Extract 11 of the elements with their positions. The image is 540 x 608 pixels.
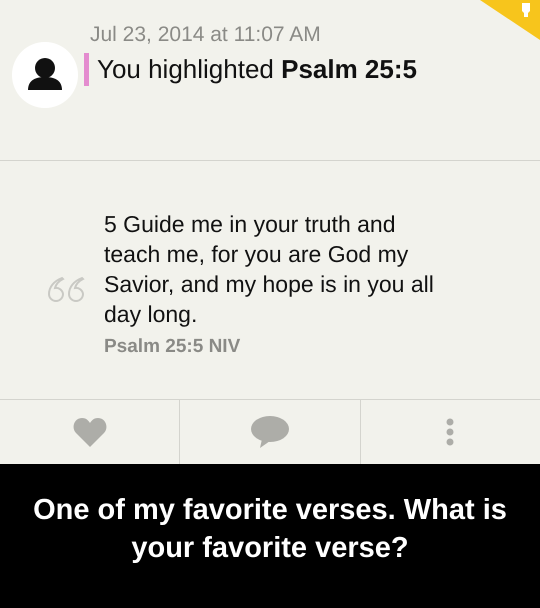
speech-bubble-icon [250, 415, 290, 449]
post-date: Jul 23, 2014 at 11:07 AM [90, 23, 322, 47]
more-icon [445, 417, 456, 447]
verse-reference: Psalm 25:5 NIV [104, 336, 242, 358]
heart-icon [72, 416, 108, 448]
highlighter-icon [480, 0, 540, 40]
verse-text: 5 Guide me in your truth and teach me, for you are God my Savior, and my hope is in you all day long. [104, 210, 435, 329]
highlight-title: You highlighted Psalm 25:5 [97, 53, 418, 86]
avatar-icon [12, 42, 78, 108]
quote-icon [46, 276, 86, 304]
caption-text: One of my favorite verses. What is your favorite verse? [32, 493, 508, 566]
